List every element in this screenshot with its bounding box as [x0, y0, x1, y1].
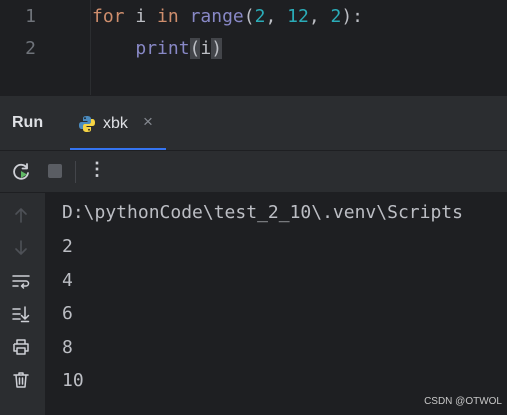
- more-options-icon[interactable]: ⋮: [88, 159, 106, 180]
- paren-close: ): [211, 38, 223, 59]
- console-line: 8: [62, 337, 73, 358]
- indent-guide: [90, 0, 91, 95]
- paren-close: ):: [341, 6, 364, 27]
- number-literal: 2: [254, 6, 266, 27]
- code-line-2[interactable]: print(i): [92, 38, 223, 59]
- paren-open: (: [243, 6, 255, 27]
- close-icon[interactable]: ×: [143, 112, 153, 132]
- code-line-1[interactable]: for i in range(2, 12, 2):: [92, 6, 363, 27]
- scroll-to-end-icon[interactable]: [11, 304, 31, 324]
- console-line: D:\pythonCode\test_2_10\.venv\Scripts: [62, 202, 463, 223]
- builtin-print: print: [135, 38, 190, 59]
- number-literal: 12: [287, 6, 309, 27]
- code-editor[interactable]: 1 2 for i in range(2, 12, 2): print(i): [0, 0, 507, 95]
- argument: i: [200, 38, 212, 59]
- paren-open: (: [189, 38, 201, 59]
- toolbar-separator: [75, 161, 76, 183]
- console-line: 4: [62, 270, 73, 291]
- line-number: 2: [25, 38, 36, 59]
- trash-icon[interactable]: [11, 370, 31, 390]
- console-line: 6: [62, 303, 73, 324]
- line-number: 1: [25, 6, 36, 27]
- tab-selection-indicator: [70, 148, 166, 150]
- arrow-up-icon[interactable]: [11, 205, 31, 225]
- console-line: 2: [62, 236, 73, 257]
- watermark: CSDN @OTWOL: [424, 396, 502, 407]
- print-icon[interactable]: [11, 337, 31, 357]
- arrow-down-icon[interactable]: [11, 238, 31, 258]
- python-icon: [79, 116, 95, 132]
- console-output[interactable]: D:\pythonCode\test_2_10\.venv\Scripts 2 …: [46, 193, 507, 415]
- keyword-for: for: [92, 6, 125, 27]
- console-line: 10: [62, 370, 84, 391]
- number-literal: 2: [330, 6, 342, 27]
- stop-icon[interactable]: [48, 164, 62, 178]
- run-title: Run: [12, 114, 44, 131]
- console-side-toolbar: [0, 193, 46, 415]
- builtin-range: range: [189, 6, 244, 27]
- tab-label: xbk: [103, 115, 128, 132]
- line-number-gutter: 1 2: [0, 0, 47, 95]
- comma: ,: [265, 6, 288, 27]
- run-toolbar: ⋮: [0, 151, 507, 193]
- comma: ,: [308, 6, 331, 27]
- run-tool-window-header: Run xbk ×: [0, 95, 507, 151]
- keyword-in: in: [157, 6, 179, 27]
- variable: i: [124, 6, 158, 27]
- tab-xbk[interactable]: xbk ×: [70, 96, 166, 150]
- soft-wrap-icon[interactable]: [11, 271, 31, 291]
- rerun-icon[interactable]: [12, 162, 32, 182]
